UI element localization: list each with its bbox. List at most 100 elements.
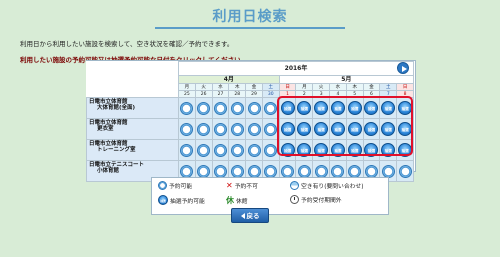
date-label: 27 [211, 90, 230, 98]
facility-room: 小体育館 [97, 168, 120, 174]
legend-available: 予約可能 [158, 181, 192, 190]
legend-out-of-period-label: 予約受付期間外 [301, 198, 342, 204]
date-label: 25 [178, 90, 196, 98]
availability-cell[interactable] [211, 118, 230, 140]
legend-unavailable: ✕ 予約不可 [226, 181, 258, 190]
facility-name: 日電市立体育館 更衣室 [86, 118, 179, 140]
available-icon[interactable] [197, 164, 211, 178]
availability-cell[interactable] [396, 160, 414, 182]
availability-cell[interactable] [228, 118, 247, 140]
legend-lottery-label: 抽選予約可能 [170, 198, 205, 205]
availability-cell[interactable] [211, 139, 230, 161]
month-label: 5月 [278, 75, 415, 84]
page-title: 利用日検索 [212, 9, 288, 25]
availability-cell[interactable] [178, 97, 196, 119]
weekday-label: 火 [312, 83, 331, 91]
available-icon[interactable] [264, 143, 278, 157]
availability-cell[interactable] [245, 139, 263, 161]
availability-cell[interactable] [228, 97, 247, 119]
weekday-label: 日 [396, 83, 414, 91]
available-icon[interactable] [213, 143, 227, 157]
legend-unavailable-label: 予約不可 [234, 184, 258, 190]
availability-cell[interactable] [211, 97, 230, 119]
availability-cell[interactable] [194, 118, 213, 140]
available-icon[interactable] [180, 143, 194, 157]
available-icon[interactable] [364, 164, 378, 178]
available-icon[interactable] [331, 164, 345, 178]
clock-icon [290, 195, 299, 204]
next-period-button[interactable] [397, 62, 409, 74]
available-icon[interactable] [281, 164, 295, 178]
date-label: 26 [194, 90, 213, 98]
month-label: 4月 [178, 75, 280, 84]
back-button[interactable]: 戻る [231, 208, 269, 223]
available-icon[interactable] [264, 164, 278, 178]
available-icon[interactable] [247, 122, 261, 136]
available-icon[interactable] [213, 122, 227, 136]
available-icon[interactable] [230, 122, 244, 136]
available-icon[interactable] [348, 164, 362, 178]
lottery-highlight-box [277, 96, 413, 156]
weekday-label: 金 [362, 83, 381, 91]
weekday-label: 月 [178, 83, 196, 91]
available-icon[interactable] [297, 164, 311, 178]
available-icon[interactable] [197, 122, 211, 136]
back-arrow-icon [240, 213, 245, 219]
available-icon[interactable] [197, 101, 211, 115]
available-icon[interactable] [264, 101, 278, 115]
available-icon[interactable] [180, 122, 194, 136]
weekday-label: 土 [261, 83, 280, 91]
weekday-label: 火 [194, 83, 213, 91]
weekday-label: 木 [228, 83, 247, 91]
weekday-label: 木 [345, 83, 364, 91]
available-icon[interactable] [180, 164, 194, 178]
year-row: 2016年 [86, 61, 414, 98]
availability-cell[interactable] [178, 139, 196, 161]
availability-cell[interactable] [245, 97, 263, 119]
availability-cell[interactable] [228, 139, 247, 161]
weekday-label: 日 [278, 83, 297, 91]
legend: 予約可能 ✕ 予約不可 空き有り(要問い合わせ) 抽選 抽選予約可能 休 休館 … [151, 177, 389, 215]
partial-availability-icon [290, 181, 299, 190]
availability-cell[interactable] [194, 139, 213, 161]
availability-cell[interactable] [245, 118, 263, 140]
back-button-label: 戻る [246, 212, 260, 220]
closed-icon: 休 [226, 196, 234, 205]
available-icon[interactable] [230, 164, 244, 178]
legend-partial-label: 空き有り(要問い合わせ) [301, 184, 364, 190]
available-icon [158, 181, 167, 190]
legend-closed-label: 休館 [236, 199, 248, 205]
weekday-label: 金 [245, 83, 263, 91]
title-underline [155, 27, 345, 29]
instruction-text: 利用日から利用したい施設を検索して、空き状況を確認／予約できます。 [20, 40, 234, 48]
date-label: 28 [228, 90, 247, 98]
legend-lottery: 抽選 抽選予約可能 [158, 195, 205, 205]
available-icon[interactable] [213, 164, 227, 178]
available-icon[interactable] [197, 143, 211, 157]
available-icon[interactable] [398, 164, 412, 178]
legend-closed: 休 休館 [226, 195, 248, 206]
facility-room: 大体育館(全面) [97, 105, 136, 111]
available-icon[interactable] [381, 164, 395, 178]
year-label: 2016年 [178, 61, 414, 76]
available-icon[interactable] [247, 164, 261, 178]
legend-partial: 空き有り(要問い合わせ) [290, 181, 364, 190]
facility-name: 日電市立体育館 大体育館(全面) [86, 97, 179, 119]
weekday-label: 土 [379, 83, 398, 91]
available-icon[interactable] [247, 101, 261, 115]
available-icon[interactable] [247, 143, 261, 157]
weekday-label: 水 [211, 83, 230, 91]
available-icon[interactable] [180, 101, 194, 115]
availability-cell[interactable] [178, 118, 196, 140]
available-icon[interactable] [213, 101, 227, 115]
availability-cell[interactable] [194, 97, 213, 119]
available-icon[interactable] [264, 122, 278, 136]
available-icon[interactable] [230, 101, 244, 115]
available-icon[interactable] [314, 164, 328, 178]
weekday-label: 月 [295, 83, 314, 91]
legend-out-of-period: 予約受付期間外 [290, 195, 342, 204]
cross-icon: ✕ [226, 180, 233, 190]
facility-header-blank [86, 61, 179, 98]
date-label: 30 [261, 90, 280, 98]
available-icon[interactable] [230, 143, 244, 157]
